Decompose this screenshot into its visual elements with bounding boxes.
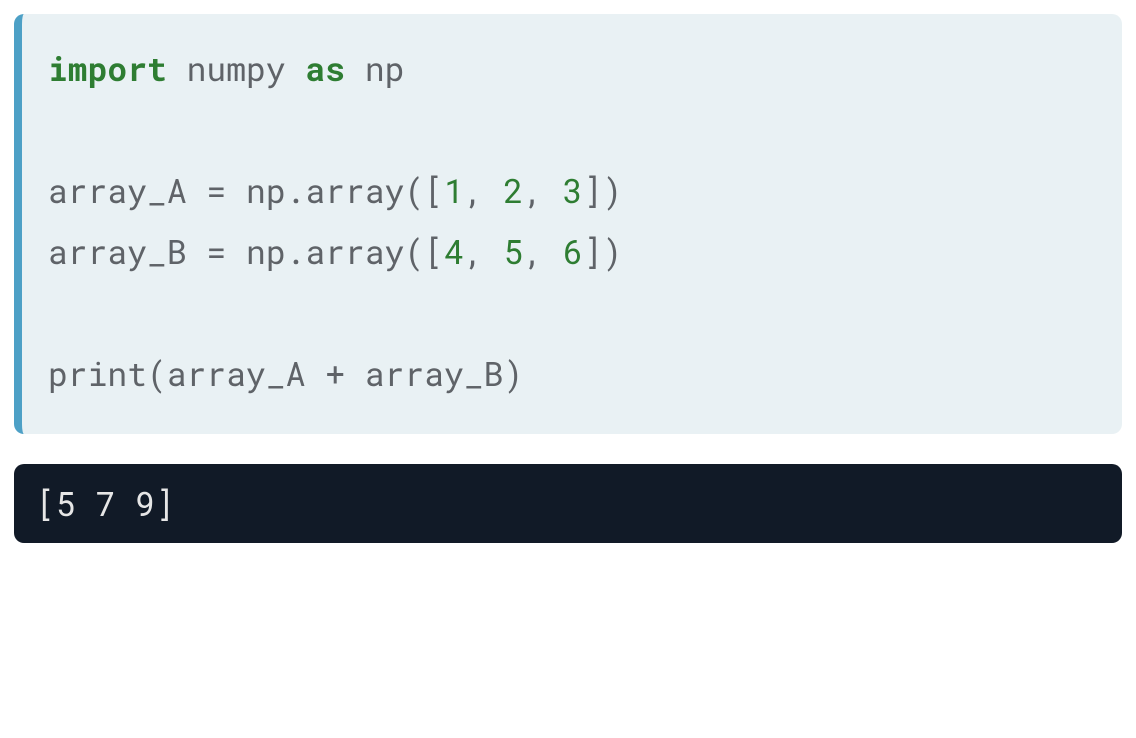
code-text: , (464, 229, 504, 273)
page-container: import numpy as np array_A = np.array([1… (0, 0, 1136, 557)
code-text: , (523, 229, 563, 273)
code-listing: import numpy as np array_A = np.array([1… (48, 38, 1096, 404)
code-output-block: [5 7 9] (14, 464, 1122, 543)
code-text: , (523, 168, 563, 212)
code-text: print(array_A + array_B) (48, 351, 523, 395)
number-literal: 1 (444, 168, 464, 212)
code-text: array_B = np.array([ (48, 229, 444, 273)
code-text: np (345, 46, 404, 90)
code-text: array_A = np.array([ (48, 168, 444, 212)
code-text: , (464, 168, 504, 212)
keyword-import: import (48, 46, 167, 90)
number-literal: 2 (504, 168, 524, 212)
keyword-as: as (305, 46, 345, 90)
number-literal: 5 (504, 229, 524, 273)
number-literal: 6 (563, 229, 583, 273)
code-input-block: import numpy as np array_A = np.array([1… (14, 14, 1122, 434)
code-text: numpy (167, 46, 306, 90)
code-text: ]) (583, 168, 623, 212)
code-text: ]) (583, 229, 623, 273)
number-literal: 3 (563, 168, 583, 212)
output-text: [5 7 9] (36, 482, 1100, 525)
number-literal: 4 (444, 229, 464, 273)
